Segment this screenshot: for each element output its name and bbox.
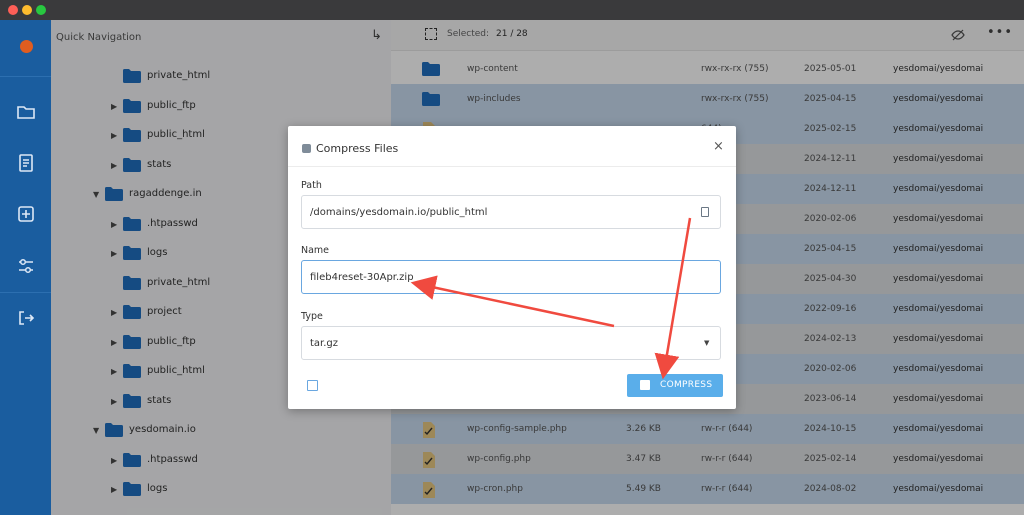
compress-button[interactable]: COMPRESS	[627, 374, 723, 397]
icon-rail	[0, 20, 51, 515]
compress-button-label: COMPRESS	[660, 380, 713, 390]
close-dialog-button[interactable]: ×	[713, 139, 724, 154]
options-icon[interactable]	[307, 380, 318, 391]
logout-icon[interactable]	[16, 308, 36, 328]
dialog-title: Compress Files	[316, 142, 399, 155]
compress-icon	[302, 144, 311, 153]
archive-name-input[interactable]: fileb4reset-30Apr.zip	[301, 260, 721, 294]
compress-button-icon	[640, 380, 650, 390]
archive-name-value: fileb4reset-30Apr.zip	[310, 272, 414, 283]
document-icon[interactable]	[16, 153, 36, 173]
chevron-down-icon: ▼	[704, 339, 710, 347]
name-label: Name	[301, 245, 330, 256]
archive-type-select[interactable]: tar.gz ▼	[301, 326, 721, 360]
window-titlebar	[0, 0, 1024, 20]
path-label: Path	[301, 180, 322, 191]
add-icon[interactable]	[16, 204, 36, 224]
rail-divider	[0, 292, 51, 293]
compress-files-dialog: Compress Files × Path /domains/yesdomain…	[288, 126, 736, 409]
settings-sliders-icon[interactable]	[16, 256, 36, 276]
logo-icon	[20, 40, 33, 53]
rail-divider	[0, 76, 51, 77]
dialog-header: Compress Files ×	[288, 126, 736, 167]
app-window: Quick Navigation ↳ private_html ▶ public_f…	[0, 0, 1024, 515]
path-field[interactable]: /domains/yesdomain.io/public_html	[301, 195, 721, 229]
minimize-window-button[interactable]	[22, 5, 32, 15]
type-label: Type	[301, 311, 323, 322]
folder-icon[interactable]	[16, 102, 36, 122]
zoom-window-button[interactable]	[36, 5, 46, 15]
close-window-button[interactable]	[8, 5, 18, 15]
copy-path-icon[interactable]	[701, 207, 709, 217]
archive-type-value: tar.gz	[310, 338, 339, 349]
path-value: /domains/yesdomain.io/public_html	[310, 207, 488, 218]
